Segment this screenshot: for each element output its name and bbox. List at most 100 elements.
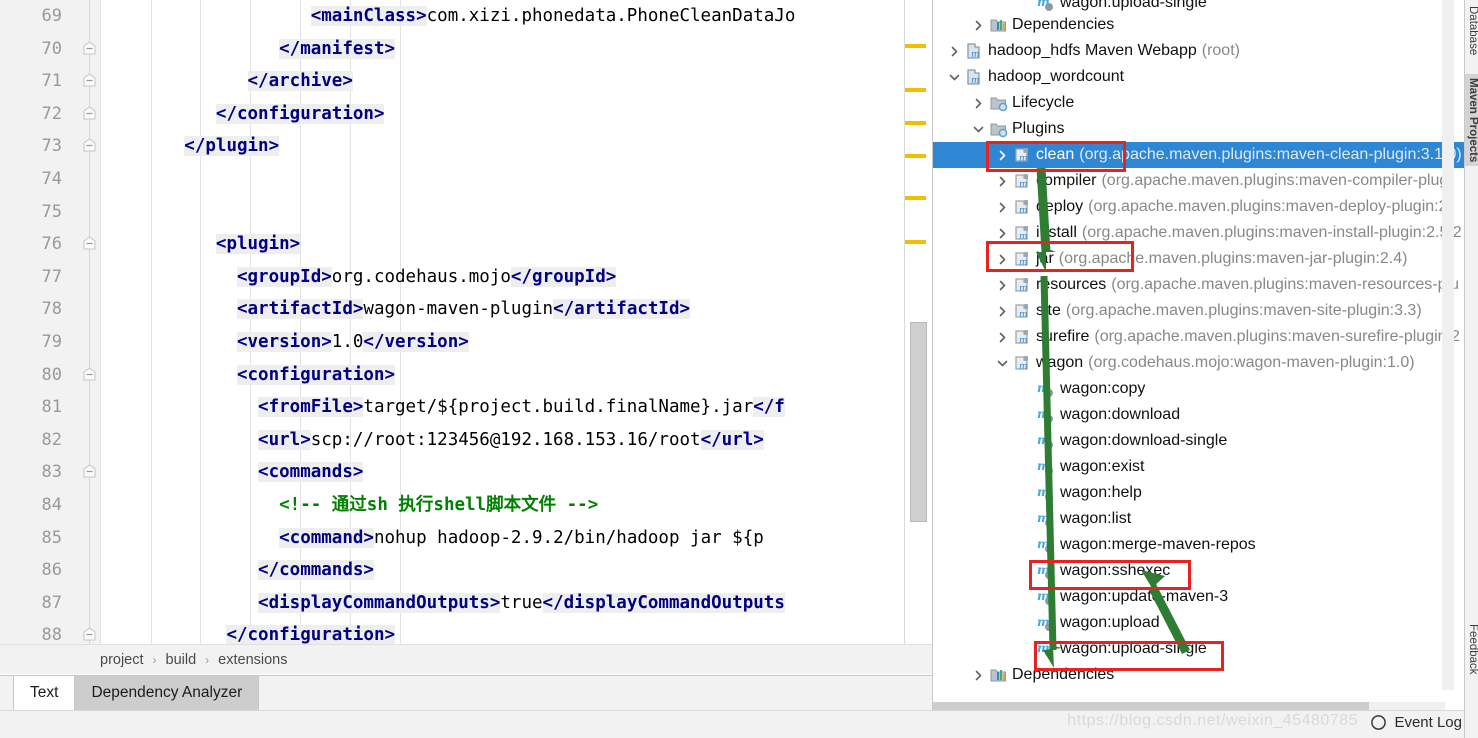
maven-tree-vertical-scrollbar[interactable] [1442, 0, 1454, 690]
maven-tree-row[interactable]: m wagon:upload [933, 610, 1465, 636]
maven-projects-tool-window[interactable]: m wagon:upload-single Dependencies m hadoop_… [932, 0, 1465, 714]
fold-marker-icon[interactable] [82, 40, 97, 56]
maven-tree-row[interactable]: Plugins [933, 116, 1465, 142]
chevron-right-icon[interactable] [991, 280, 1013, 291]
chevron-right-icon[interactable] [967, 670, 989, 681]
code-line[interactable]: 69 <mainClass>com.xizi.phonedata.PhoneCl… [0, 0, 932, 33]
breadcrumb-item-project[interactable]: project [100, 652, 144, 668]
code-line[interactable]: 86 </commands> [0, 554, 932, 587]
code-line[interactable]: 85 <command>nohup hadoop-2.9.2/bin/hadoo… [0, 522, 932, 555]
warning-marker[interactable] [905, 154, 926, 158]
chevron-down-icon[interactable] [991, 358, 1013, 369]
chevron-right-icon[interactable] [991, 306, 1013, 317]
maven-tree-row[interactable]: m wagon:exist [933, 454, 1465, 480]
code-line[interactable]: 74 [0, 163, 932, 196]
maven-tree-row[interactable]: m hadoop_wordcount [933, 64, 1465, 90]
maven-tree-row[interactable]: m clean (org.apache.maven.plugins:maven-cl… [933, 142, 1465, 168]
fold-marker-icon[interactable] [82, 106, 97, 121]
maven-tree-row[interactable]: m compiler (org.apache.maven.plugins:maven… [933, 168, 1465, 194]
fold-marker-icon[interactable] [82, 627, 97, 642]
maven-tree-row[interactable]: m wagon:upload-single [933, 0, 1465, 12]
fold-marker-icon[interactable] [82, 236, 97, 251]
code-line[interactable]: 72 </configuration> [0, 98, 932, 131]
chevron-right-icon[interactable] [943, 46, 965, 57]
error-stripe[interactable] [905, 0, 932, 644]
maven-tree-row[interactable]: m wagon:help [933, 480, 1465, 506]
maven-tree-row[interactable]: Dependencies [933, 12, 1465, 38]
code-line[interactable]: 75 [0, 196, 932, 229]
maven-tree-row[interactable]: m jar (org.apache.maven.plugins:maven-jar-… [933, 246, 1465, 272]
code-editor[interactable]: 69 <mainClass>com.xizi.phonedata.PhoneCl… [0, 0, 932, 644]
breadcrumb-item-extensions[interactable]: extensions [218, 652, 287, 668]
code-line-text: <groupId>org.codehaus.mojo</groupId> [236, 266, 617, 287]
code-line-text: <configuration> [236, 364, 396, 385]
maven-tree-row-coordinates: (org.apache.maven.plugins:maven-clean-pl… [1079, 146, 1462, 163]
code-line[interactable]: 70 </manifest> [0, 33, 932, 66]
event-log-button[interactable]: Event Log [1370, 714, 1462, 731]
code-line[interactable]: 71 </archive> [0, 65, 932, 98]
line-number: 71 [41, 71, 62, 92]
warning-marker[interactable] [905, 240, 926, 244]
code-line[interactable]: 81 <fromFile>target/${project.build.fina… [0, 391, 932, 424]
maven-tree-row[interactable]: m wagon (org.codehaus.mojo:wagon-maven-plu… [933, 350, 1465, 376]
warning-marker[interactable] [905, 121, 926, 125]
vtab-feedback[interactable]: Feedback [1465, 620, 1478, 679]
tab-text[interactable]: Text [14, 676, 76, 710]
chevron-right-icon[interactable] [991, 332, 1013, 343]
maven-tree-row[interactable]: m wagon:sshexec [933, 558, 1465, 584]
code-line[interactable]: 79 <version>1.0</version> [0, 326, 932, 359]
fold-marker-icon[interactable] [82, 138, 97, 153]
code-lines[interactable]: 69 <mainClass>com.xizi.phonedata.PhoneCl… [0, 0, 932, 644]
chevron-right-icon[interactable] [991, 150, 1013, 161]
code-line[interactable]: 83 <commands> [0, 456, 932, 489]
chevron-down-icon[interactable] [967, 124, 989, 135]
code-line[interactable]: 87 <displayCommandOutputs>true</displayC… [0, 587, 932, 620]
warning-marker[interactable] [905, 88, 926, 92]
maven-tree-row[interactable]: m hadoop_hdfs Maven Webapp (root) [933, 38, 1465, 64]
fold-marker-icon[interactable] [82, 73, 97, 88]
maven-tree-row[interactable]: m install (org.apache.maven.plugins:maven-… [933, 220, 1465, 246]
vtab-maven-projects[interactable]: Maven Projects [1465, 74, 1478, 167]
fold-marker-icon[interactable] [82, 366, 97, 382]
warning-marker[interactable] [905, 196, 926, 200]
code-line[interactable]: 77 <groupId>org.codehaus.mojo</groupId> [0, 261, 932, 294]
fold-marker-icon[interactable] [82, 464, 97, 479]
maven-tree[interactable]: m wagon:upload-single Dependencies m hadoop_… [933, 0, 1465, 688]
code-line[interactable]: 78 <artifactId>wagon-maven-plugin</artif… [0, 293, 932, 326]
chevron-down-icon[interactable] [943, 72, 965, 83]
maven-tree-row[interactable]: m wagon:copy [933, 376, 1465, 402]
maven-tree-row[interactable]: m site (org.apache.maven.plugins:maven-sit… [933, 298, 1465, 324]
svg-text:m: m [971, 76, 980, 86]
maven-tree-row[interactable]: Dependencies [933, 662, 1465, 688]
maven-tree-row[interactable]: m wagon:upload-single [933, 636, 1465, 662]
code-line[interactable]: 84 <!-- 通过sh 执行shell脚本文件 --> [0, 489, 932, 522]
chevron-right-icon[interactable] [967, 98, 989, 109]
breadcrumb[interactable]: project › build › extensions [0, 644, 932, 674]
maven-tree-row[interactable]: m wagon:update-maven-3 [933, 584, 1465, 610]
maven-tree-row[interactable]: Lifecycle [933, 90, 1465, 116]
maven-tree-row[interactable]: m wagon:list [933, 506, 1465, 532]
chevron-right-icon[interactable] [991, 254, 1013, 265]
maven-tree-row[interactable]: m surefire (org.apache.maven.plugins:maven… [933, 324, 1465, 350]
code-line[interactable]: 76 <plugin> [0, 228, 932, 261]
maven-tree-row[interactable]: m resources (org.apache.maven.plugins:mave… [933, 272, 1465, 298]
maven-tree-row[interactable]: m deploy (org.apache.maven.plugins:maven-d… [933, 194, 1465, 220]
chevron-right-icon[interactable] [991, 176, 1013, 187]
code-line[interactable]: 73 </plugin> [0, 130, 932, 163]
maven-tree-row[interactable]: m wagon:download-single [933, 428, 1465, 454]
code-line[interactable]: 88 </configuration> [0, 619, 932, 644]
code-line[interactable]: 82 <url>scp://root:123456@192.168.153.16… [0, 424, 932, 457]
code-line[interactable]: 80 <configuration> [0, 359, 932, 392]
chevron-right-icon[interactable] [991, 202, 1013, 213]
tab-dependency-analyzer[interactable]: Dependency Analyzer [75, 676, 260, 710]
editor-scrollbar-thumb[interactable] [910, 322, 927, 522]
breadcrumb-item-build[interactable]: build [166, 652, 197, 668]
maven-tree-row[interactable]: m wagon:download [933, 402, 1465, 428]
maven-tree-row[interactable]: m wagon:merge-maven-repos [933, 532, 1465, 558]
right-tool-window-bar[interactable]: Database Maven Projects Feedback [1464, 0, 1478, 738]
chevron-right-icon[interactable] [991, 228, 1013, 239]
code-line-text: <fromFile>target/${project.build.finalNa… [258, 397, 785, 418]
chevron-right-icon[interactable] [967, 20, 989, 31]
warning-marker[interactable] [905, 44, 926, 48]
vtab-database[interactable]: Database [1465, 2, 1478, 59]
